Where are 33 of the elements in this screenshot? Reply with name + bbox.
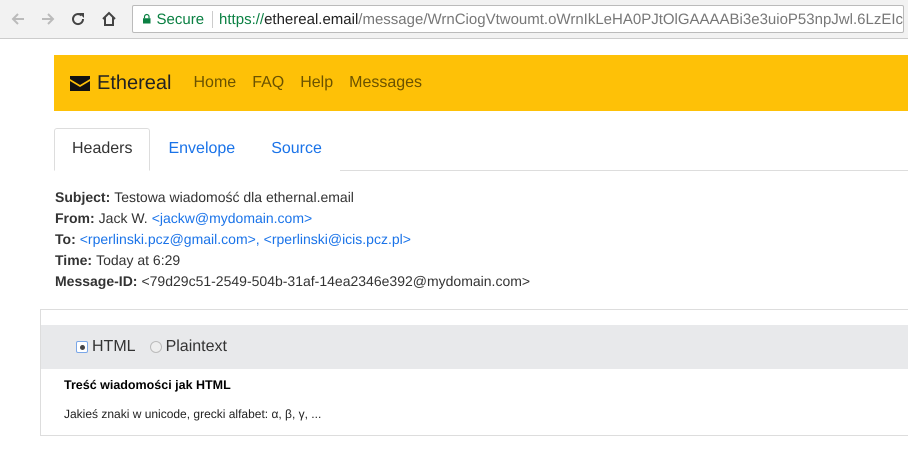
- nav-link[interactable]: Home: [194, 74, 236, 92]
- header-value: <79d29c51-2549-504b-31af-14ea2346e392@mydomain.com>: [141, 272, 530, 291]
- home-button[interactable]: [100, 10, 118, 28]
- lock-icon: [143, 13, 151, 25]
- email-link[interactable]: <jackw@mydomain.com>: [152, 208, 312, 229]
- message-text: Jakieś znaki w unicode, grecki alfabet: α, β, γ, ...: [64, 407, 322, 421]
- header-label: From:: [55, 209, 95, 228]
- reload-icon: [70, 11, 86, 27]
- header-label: To:: [55, 230, 76, 249]
- reload-button[interactable]: [70, 11, 86, 27]
- header-label: Subject:: [55, 188, 110, 207]
- email-link[interactable]: <rperlinski@icis.pcz.pl>: [264, 229, 411, 250]
- back-icon: [10, 11, 26, 27]
- format-radio[interactable]: HTML: [76, 338, 136, 356]
- format-radio[interactable]: Plaintext: [150, 338, 227, 356]
- header-value: Today at 6:29: [96, 251, 180, 270]
- brand-link[interactable]: Ethereal: [70, 72, 172, 94]
- forward-icon: [40, 11, 56, 27]
- security-label: Secure: [156, 10, 214, 28]
- url-text: https://ethereal.email/message/WrnCiogVtwoumt.oWrnIkLeHA0PJtOlGAAAABi3e3uioP53npJwl.6LzEIc: [219, 10, 903, 28]
- tab[interactable]: Headers: [54, 128, 150, 171]
- envelope-icon: [70, 76, 90, 90]
- email-link[interactable]: <rperlinski.pcz@gmail.com>,: [80, 229, 260, 250]
- header-label: Message-ID:: [55, 272, 138, 291]
- header-value: Testowa wiadomość dla ethernal.email: [114, 188, 354, 207]
- message-heading: Treść wiadomości jak HTML: [64, 378, 232, 392]
- header-value: Jack W.: [98, 209, 148, 228]
- address-bar[interactable]: Secure https://ethereal.email/message/WrnCiogVtwoumt.oWrnIkLeHA0PJtOlGAAAABi3e3uioP53npJwl.6LzEIc: [132, 5, 904, 33]
- home-icon: [100, 10, 118, 28]
- nav-link[interactable]: FAQ: [252, 74, 284, 92]
- nav-link[interactable]: Messages: [349, 74, 422, 92]
- nav-link[interactable]: Help: [300, 74, 334, 92]
- header-label: Time:: [55, 251, 92, 270]
